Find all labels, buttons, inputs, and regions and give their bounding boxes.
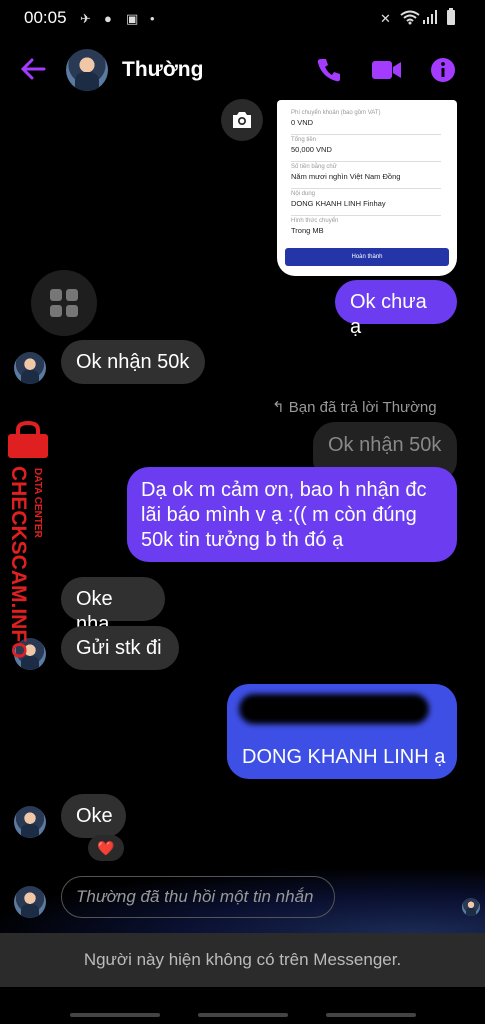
chat-header: Thường [0, 40, 485, 100]
dot-icon: • [150, 11, 155, 26]
phone-icon[interactable] [316, 57, 342, 83]
message-bubble[interactable]: Gửi stk đi [61, 626, 179, 670]
receipt-total-value: 50,000 VND [291, 145, 332, 154]
nav-back-button[interactable] [326, 1013, 416, 1017]
message-bubble[interactable]: Oke nha [61, 577, 165, 635]
receipt-content-label: Nội dung [291, 191, 316, 197]
wifi-icon [400, 10, 420, 25]
lock-icon [8, 420, 48, 458]
reply-note: ↰ Bạn đã trả lời Thường [272, 398, 437, 416]
info-icon[interactable] [430, 57, 456, 83]
message-bubble[interactable]: Dạ ok m cảm ơn, bao h nhận đc lãi báo mì… [127, 467, 457, 562]
message-bubble[interactable]: DONG KHANH LINH ạ [227, 684, 457, 779]
grid-icon [50, 289, 78, 317]
watermark-main: CHECKSCAM.INFO [7, 466, 30, 659]
chat-notification-icon: ● [104, 11, 112, 26]
camera-icon [233, 112, 251, 128]
message-bubble[interactable]: Oke [61, 794, 126, 838]
back-arrow-icon[interactable] [20, 58, 46, 80]
receipt-method-label: Hình thức chuyển [291, 218, 339, 224]
status-bar: 00:05 ✈ ● ▣ • ✕ [0, 0, 485, 36]
receipt-complete-button: Hoàn thành [285, 248, 449, 266]
message-line-2: DONG KHANH LINH ạ [242, 746, 446, 768]
reply-note-text: Bạn đã trả lời Thường [288, 399, 437, 416]
mute-icon: ✕ [380, 11, 391, 26]
status-time: 00:05 [24, 8, 67, 27]
sender-avatar[interactable] [14, 886, 46, 918]
receipt-fee-label: Phí chuyển khoản (bao gồm VAT) [291, 110, 381, 116]
reply-arrow-icon: ↰ [272, 399, 289, 416]
heart-reaction-icon[interactable]: ❤️ [88, 835, 124, 861]
watermark: CHECKSCAM.INFO DATA CENTER [2, 420, 60, 660]
receipt-content-value: DONG KHANH LINH Finhay [291, 199, 386, 208]
receipt-fee-value: 0 VND [291, 118, 314, 127]
system-nav-bar [0, 987, 485, 1024]
receipt-method-value: Trong MB [291, 226, 324, 235]
unavailable-banner: Người này hiện không có trên Messenger. [0, 933, 485, 987]
sender-avatar[interactable] [14, 352, 46, 384]
receipt-words-value: Năm mươi nghìn Việt Nam Đồng [291, 172, 401, 181]
contact-name[interactable]: Thường [122, 58, 203, 82]
unsent-message: Thường đã thu hồi một tin nhắn [61, 876, 335, 918]
notification-icon: ✈ [80, 11, 91, 26]
video-icon[interactable] [372, 58, 402, 82]
receipt-words-label: Số tiền bằng chữ [291, 164, 337, 170]
battery-icon [447, 8, 455, 25]
camera-button[interactable] [221, 99, 263, 141]
sender-avatar[interactable] [14, 806, 46, 838]
watermark-sub: DATA CENTER [32, 468, 43, 538]
signal-icon [423, 10, 437, 24]
message-bubble[interactable]: Ok nhận 50k [61, 340, 205, 384]
receipt-image[interactable]: Phí chuyển khoản (bao gồm VAT) 0 VND Tổn… [277, 100, 457, 276]
gallery-button[interactable] [31, 270, 97, 336]
message-bubble[interactable]: Ok chưa ạ [335, 280, 457, 338]
nav-recents-button[interactable] [70, 1013, 160, 1017]
read-receipt-avatar [462, 898, 480, 916]
image-notification-icon: ▣ [126, 11, 139, 26]
nav-home-button[interactable] [198, 1013, 288, 1017]
receipt-total-label: Tổng tiền [291, 137, 317, 143]
contact-avatar[interactable] [66, 49, 108, 91]
redacted-area [239, 694, 429, 724]
